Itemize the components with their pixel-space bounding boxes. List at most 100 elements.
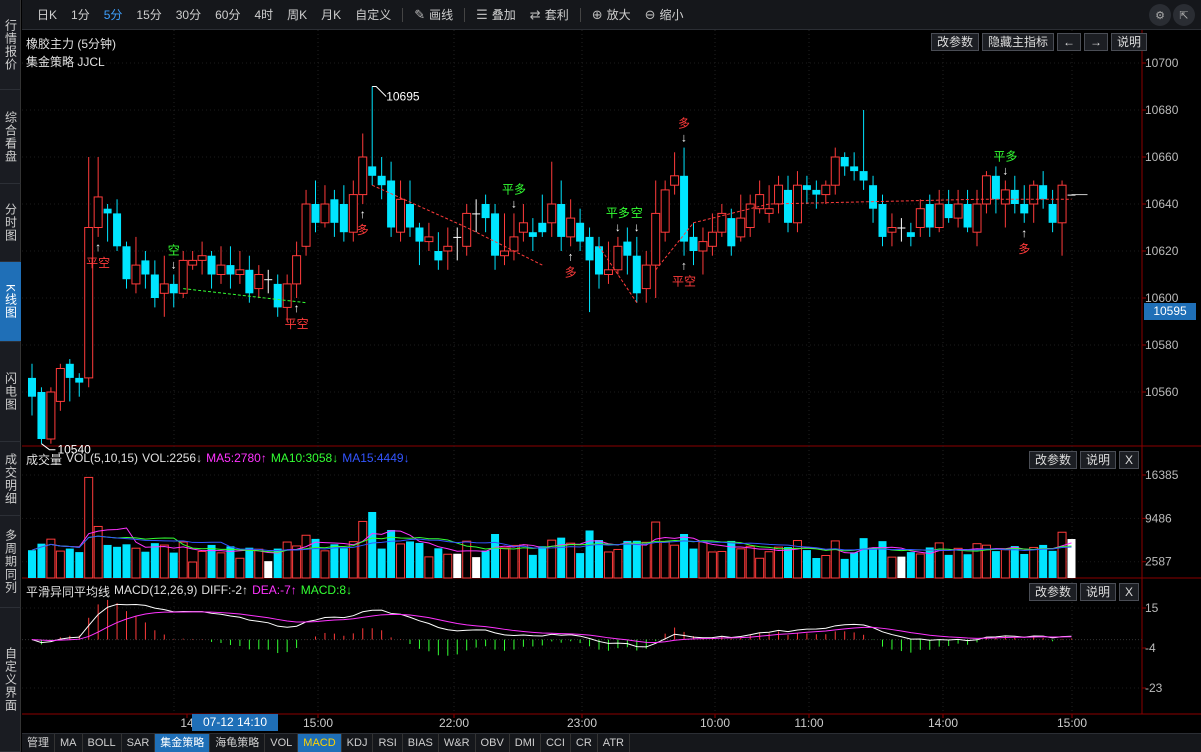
tool-label: 套利 [544, 8, 569, 22]
volume_panel-buttons-btn-2[interactable]: X [1119, 451, 1140, 469]
period-7[interactable]: 周K [280, 6, 314, 23]
indicator-tab-5[interactable]: 海龟策略 [210, 734, 266, 752]
signal-label: 平空 [86, 256, 110, 270]
volume-bar [406, 541, 414, 578]
indicator-tab-14[interactable]: CCI [541, 734, 571, 752]
main-panel-title: 橡胶主力 (5分钟) [26, 37, 117, 51]
volume-ma15: MA15:4449↓ [342, 451, 410, 465]
indicator-tab-12[interactable]: OBV [476, 734, 510, 752]
indicator-tab-9[interactable]: RSI [373, 734, 403, 752]
volume-bar [301, 534, 311, 579]
indicator-tab-3[interactable]: SAR [122, 734, 156, 752]
volume-bar [207, 544, 216, 578]
candle [46, 387, 56, 444]
volume-bar [698, 541, 708, 579]
indicator-tab-15[interactable]: CR [571, 734, 598, 752]
indicator-tab-4[interactable]: 集金策略 [155, 734, 211, 752]
volume-bar [830, 540, 840, 579]
rail-tab-1[interactable]: 综合看盘 [0, 90, 21, 184]
period-4[interactable]: 30分 [169, 6, 208, 23]
period-9[interactable]: 自定义 [348, 6, 398, 23]
period-1[interactable]: 1分 [64, 6, 97, 23]
strategy-label: 集金策略 JJCL [26, 55, 105, 69]
signal-label: 空 [631, 206, 643, 220]
volume-tick-label: 16385 [1145, 468, 1179, 482]
rail-tab-2[interactable]: 分时图 [0, 184, 21, 262]
settings-icon[interactable]: ⚙ [1149, 4, 1171, 26]
tool-group: ✎ 画线 ☰ 叠加 ⇄ 套利 ⊕ 放大 ⊖ 缩小 [398, 6, 690, 23]
indicator-tab-1[interactable]: MA [55, 734, 83, 752]
main_panel-buttons-btn-1[interactable]: 隐藏主指标 [982, 33, 1055, 51]
period-3[interactable]: 15分 [129, 6, 168, 23]
macd-params: MACD(12,26,9) [114, 583, 198, 597]
indicator-tab-10[interactable]: BIAS [403, 734, 439, 752]
expand-icon[interactable]: ⇱ [1173, 4, 1195, 26]
tool-arbitrage-button[interactable]: ⇄ 套利 [523, 6, 576, 23]
main_panel-buttons-btn-3[interactable]: → [1084, 33, 1109, 51]
indicator-tab-2[interactable]: BOLL [83, 734, 122, 752]
rail-tab-label: K线图 [3, 283, 18, 319]
indicator-tab-0[interactable]: 管理 [22, 734, 55, 752]
rail-tab-7[interactable]: 自定义界面 [0, 608, 21, 752]
rail-tab-label: 自定义界面 [3, 647, 18, 712]
price-tick-label: 10620 [1145, 244, 1179, 258]
signal-label: 空 [168, 244, 180, 258]
volume-bar [784, 547, 792, 578]
volume-value: VOL:2256↓ [142, 451, 203, 465]
period-8[interactable]: 月K [314, 6, 348, 23]
tool-label: 放大 [606, 8, 631, 22]
rail-tab-6[interactable]: 多周期同列 [0, 516, 21, 608]
macd_panel-buttons-btn-2[interactable]: X [1119, 583, 1140, 601]
tool-pencil-button[interactable]: ✎ 画线 [407, 6, 460, 23]
chart-area[interactable]: 1070010680106601064010620106001058010560… [22, 30, 1201, 733]
volume-bar [887, 556, 897, 579]
period-0[interactable]: 日K [30, 6, 64, 23]
volume-bar [113, 546, 122, 578]
indicator-tab-16[interactable]: ATR [598, 734, 630, 752]
tool-zoom-in-button[interactable]: ⊕ 放大 [585, 6, 638, 23]
arrow-up-icon: ↑ [294, 301, 300, 315]
volume-bar [1029, 546, 1039, 579]
indicator-tab-13[interactable]: DMI [510, 734, 541, 752]
volume_panel-buttons-btn-1[interactable]: 说明 [1080, 451, 1117, 469]
main_panel-buttons-btn-0[interactable]: 改参数 [931, 33, 980, 51]
volume-bar [481, 550, 490, 578]
volume-bar [774, 546, 784, 579]
macd_panel-buttons-btn-0[interactable]: 改参数 [1029, 583, 1078, 601]
volume-bar [254, 548, 264, 579]
rail-tab-4[interactable]: 闪电图 [0, 342, 21, 442]
rail-tab-5[interactable]: 成交明细 [0, 442, 21, 516]
indicator-tab-6[interactable]: VOL [265, 734, 299, 752]
period-2[interactable]: 5分 [97, 6, 130, 23]
time-tick-label: 15:00 [303, 716, 333, 730]
period-6[interactable]: 4时 [247, 6, 280, 23]
macd_panel-buttons-btn-1[interactable]: 说明 [1080, 583, 1117, 601]
volume-bar [93, 525, 103, 579]
indicator-tab-11[interactable]: W&R [439, 734, 476, 752]
main_panel-buttons-btn-2[interactable]: ← [1057, 33, 1082, 51]
indicator-tab-7[interactable]: MACD [298, 734, 342, 752]
volume-bar [169, 552, 178, 578]
current-price-marker: 10595 [1144, 303, 1196, 320]
main_panel-buttons-btn-4[interactable]: 说明 [1111, 33, 1148, 51]
volume-bar [358, 520, 368, 579]
high-label: 10695 [386, 90, 420, 104]
volume-bar [878, 541, 887, 578]
toolbar: 日K 1分 5分 15分 30分 60分 4时 周K 月K 自定义 ✎ 画线 ☰ 叠加 ⇄ 套利 ⊕ 放大 ⊖ 缩小… [22, 0, 1201, 30]
volume-bar [595, 540, 603, 578]
indicator-tab-8[interactable]: KDJ [342, 734, 374, 752]
volume_panel-buttons-btn-0[interactable]: 改参数 [1029, 451, 1078, 469]
volume-bar [613, 548, 623, 579]
rail-tab-0[interactable]: 行情报价 [0, 0, 21, 90]
macd-panel-title: 平滑异同平均线 MACD(12,26,9) DIFF:-2↑ DEA:-7↑ M… [26, 583, 356, 600]
tool-layers-button[interactable]: ☰ 叠加 [469, 6, 523, 23]
rail-tab-3[interactable]: K线图 [0, 262, 21, 342]
arrow-up-icon: ↑ [1021, 226, 1027, 240]
volume-bar [528, 554, 537, 578]
arrow-up-icon: ↑ [681, 259, 687, 273]
tool-zoom-out-button[interactable]: ⊖ 缩小 [638, 6, 691, 23]
macd-value: MACD:8↓ [300, 583, 353, 597]
price-tick-label: 10640 [1145, 197, 1179, 211]
period-5[interactable]: 60分 [208, 6, 247, 23]
main-panel-buttons: 改参数 隐藏主指标 ← → 说明 [931, 33, 1148, 51]
